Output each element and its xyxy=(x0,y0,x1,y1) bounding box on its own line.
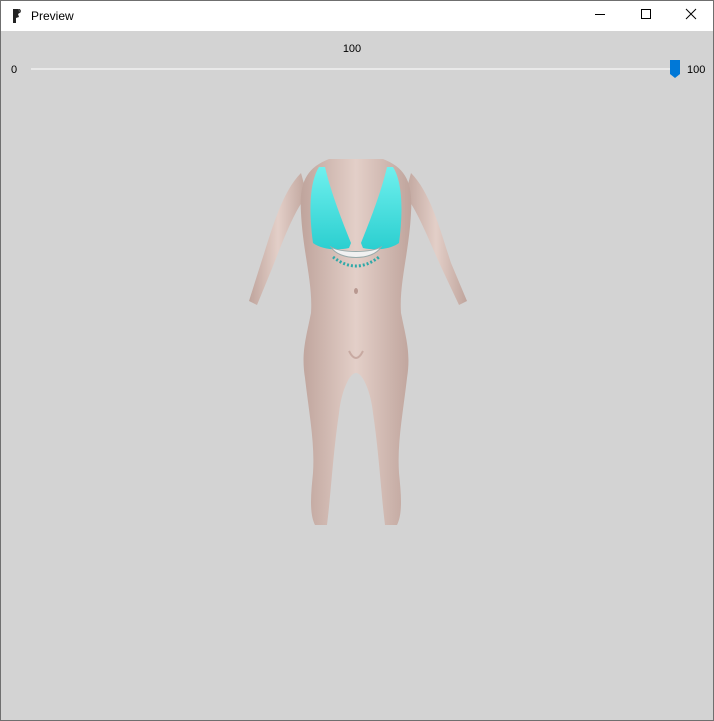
left-arm xyxy=(249,173,307,305)
title-bar[interactable]: Preview xyxy=(1,1,713,31)
slider-thumb[interactable] xyxy=(669,59,681,79)
close-icon xyxy=(685,7,697,25)
maximize-button[interactable] xyxy=(623,1,669,31)
model-preview-viewport[interactable] xyxy=(221,153,491,533)
maximize-icon xyxy=(640,7,652,25)
body-model-render xyxy=(249,159,467,525)
minimize-icon xyxy=(594,7,606,25)
app-icon xyxy=(10,8,24,24)
weight-slider[interactable] xyxy=(31,60,680,79)
preview-content: 100 0 100 xyxy=(1,31,713,720)
navel xyxy=(354,288,358,294)
window-title: Preview xyxy=(31,9,74,23)
slider-min-label: 0 xyxy=(11,64,18,76)
right-arm xyxy=(405,173,467,305)
slider-value-label: 100 xyxy=(342,43,362,55)
slider-max-label: 100 xyxy=(687,64,706,76)
close-button[interactable] xyxy=(668,1,714,31)
slider-fill xyxy=(31,68,675,70)
preview-window: Preview 100 0 100 xyxy=(0,0,714,721)
minimize-button[interactable] xyxy=(577,1,623,31)
